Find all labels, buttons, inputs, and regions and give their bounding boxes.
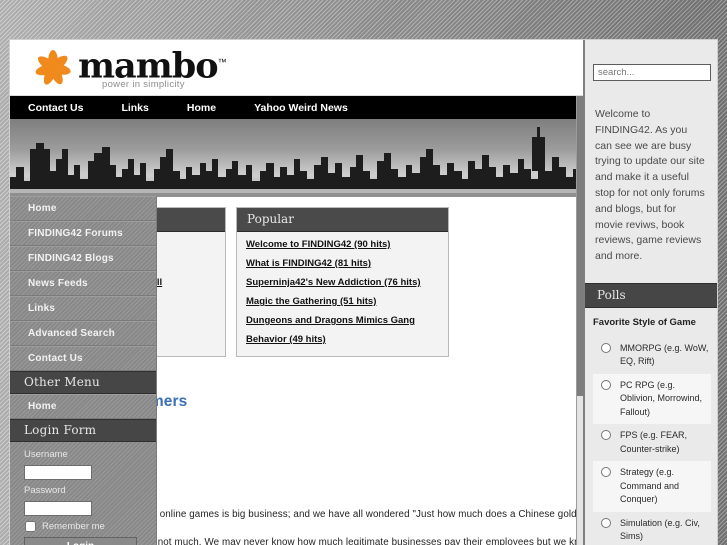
poll-radio[interactable] xyxy=(601,430,611,441)
topnav-item-yahoo-weird-news[interactable]: Yahoo Weird News xyxy=(254,102,348,114)
login-form: Username Password Remember me Login Pass… xyxy=(10,442,156,545)
logo-wordmark: mambo™ xyxy=(78,45,227,84)
password-input[interactable] xyxy=(24,501,92,516)
right-sidebar: Welcome to FINDING42. As you can see we … xyxy=(583,40,717,545)
poll-question: Favorite Style of Game xyxy=(593,316,696,328)
site-header: mambo™ power in simplicity xyxy=(10,40,583,96)
search-input[interactable] xyxy=(593,64,711,81)
popular-item[interactable]: Welcome to FINDING42 (90 hits) xyxy=(246,239,439,251)
poll-radio[interactable] xyxy=(601,379,611,390)
username-label: Username xyxy=(24,449,68,460)
polls-section-title: Polls xyxy=(585,282,717,308)
sidebar-item-finding42-forums[interactable]: FINDING42 Forums xyxy=(10,221,156,246)
poll-radio[interactable] xyxy=(601,467,611,478)
remember-me-checkbox[interactable] xyxy=(25,521,36,532)
password-label: Password xyxy=(24,485,66,496)
poll-option[interactable]: MMORPG (e.g. WoW, EQ, Rift) xyxy=(593,337,711,374)
module-popular: Popular Welcome to FINDING42 (90 hits) W… xyxy=(236,207,449,357)
sidebar-item-finding42-blogs[interactable]: FINDING42 Blogs xyxy=(10,246,156,271)
login-button[interactable]: Login xyxy=(24,537,137,545)
sidebar-item-links[interactable]: Links xyxy=(10,296,156,321)
trademark-symbol: ™ xyxy=(217,57,227,67)
remember-me-label: Remember me xyxy=(42,521,105,532)
sidebar-item-news-feeds[interactable]: News Feeds xyxy=(10,271,156,296)
city-skyline-graphic xyxy=(10,127,583,197)
popular-item[interactable]: What is FINDING42 (81 hits) xyxy=(246,258,439,270)
poll-option-label: Simulation (e.g. Civ, Sims) xyxy=(620,517,700,542)
header-banner-image xyxy=(10,119,583,197)
poll-radio[interactable] xyxy=(601,342,611,353)
popular-item[interactable]: Behavior (49 hits) xyxy=(246,334,439,346)
sidebar-section-other-menu: Other Menu xyxy=(10,371,156,394)
sidebar-item-other-home[interactable]: Home xyxy=(10,394,156,419)
poll-option-label: MMORPG (e.g. WoW, EQ, Rift) xyxy=(620,342,709,367)
popular-item[interactable]: Magic the Gathering (51 hits) xyxy=(246,296,439,308)
left-sidebar: Home FINDING42 Forums FINDING42 Blogs Ne… xyxy=(10,196,157,545)
site-logo[interactable]: mambo™ power in simplicity xyxy=(30,45,227,92)
username-input[interactable] xyxy=(24,465,92,480)
topnav-item-links[interactable]: Links xyxy=(121,102,148,114)
topnav-item-contact-us[interactable]: Contact Us xyxy=(28,102,83,114)
popular-item[interactable]: Superninja42's New Addiction (76 hits) xyxy=(246,277,439,289)
poll-radio[interactable] xyxy=(601,517,611,528)
poll-option[interactable]: FPS (e.g. FEAR, Counter-strike) xyxy=(593,424,711,461)
sidebar-item-home[interactable]: Home xyxy=(10,196,156,221)
search-box xyxy=(593,62,711,81)
sidebar-item-contact-us[interactable]: Contact Us xyxy=(10,346,156,371)
sidebar-section-login-form: Login Form xyxy=(10,419,156,442)
poll-option-label: FPS (e.g. FEAR, Counter-strike) xyxy=(620,430,688,454)
mambo-asterisk-icon xyxy=(30,46,76,92)
popular-item[interactable]: Dungeons and Dragons Mimics Gang xyxy=(246,315,439,327)
sidebar-item-advanced-search[interactable]: Advanced Search xyxy=(10,321,156,346)
welcome-text: Welcome to FINDING42. As you can see we … xyxy=(595,108,705,263)
module-popular-title: Popular xyxy=(237,208,448,232)
content-scrollbar[interactable] xyxy=(576,96,583,545)
poll-option[interactable]: PC RPG (e.g. Oblivion, Morrowind, Fallou… xyxy=(593,373,711,425)
remember-me-row[interactable]: Remember me xyxy=(24,521,146,532)
module-popular-body: Welcome to FINDING42 (90 hits) What is F… xyxy=(237,232,448,356)
poll-option-label: PC RPG (e.g. Oblivion, Morrowind, Fallou… xyxy=(620,379,703,417)
poll-widget: Favorite Style of Game MMORPG (e.g. WoW,… xyxy=(585,308,717,545)
poll-option[interactable]: Strategy (e.g. Command and Conquer) xyxy=(593,461,711,512)
topnav-item-home[interactable]: Home xyxy=(187,102,216,114)
page-shell: mambo™ power in simplicity Contact Us Li… xyxy=(10,40,717,545)
poll-option[interactable]: Simulation (e.g. Civ, Sims) xyxy=(593,512,711,545)
top-navigation: Contact Us Links Home Yahoo Weird News xyxy=(10,96,583,119)
poll-option-label: Strategy (e.g. Command and Conquer) xyxy=(620,467,680,505)
